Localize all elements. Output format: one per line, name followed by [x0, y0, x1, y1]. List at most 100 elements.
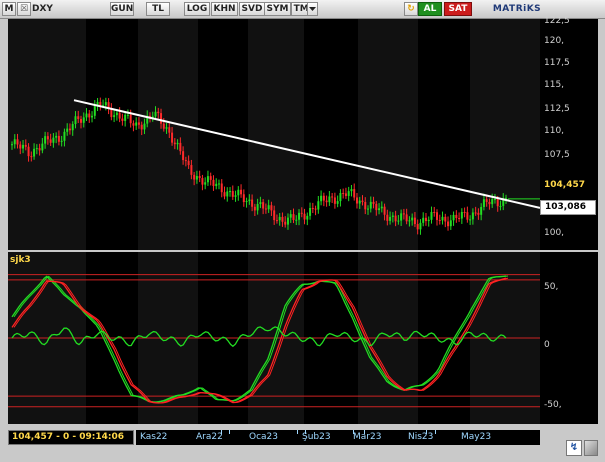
tb-button-tl[interactable]: TL	[146, 2, 170, 16]
candle-body	[460, 212, 463, 219]
candle-body	[444, 216, 447, 222]
candle-body	[11, 144, 13, 146]
price-readout: 104,457 - 0 - 09:14:06	[8, 430, 134, 445]
tb-button-khn[interactable]: KHN	[211, 2, 238, 16]
candle-body	[411, 217, 414, 221]
candle-body	[132, 123, 135, 126]
candle-body	[74, 116, 77, 125]
candle-body	[303, 213, 306, 220]
candle-body	[505, 197, 507, 199]
candle-body	[367, 208, 370, 210]
time-axis[interactable]: Kas22 Ara22 Oca23 Şub23 Mar23 Nis23 May2…	[136, 430, 540, 445]
candle-body	[195, 176, 198, 180]
candle-body	[262, 202, 265, 209]
chart-toolbar: M ☒ DXY GUN TL LOG KHN SVD SYM TMP ↻ AL …	[0, 0, 605, 19]
x-tick	[305, 430, 306, 434]
candle-body	[57, 135, 60, 142]
y-tick-label: 120,	[544, 36, 565, 46]
buy-button[interactable]: AL	[418, 2, 442, 16]
x-tick	[426, 430, 427, 434]
candle-body	[38, 148, 41, 151]
candle-body	[369, 201, 372, 209]
candle-body	[482, 199, 485, 207]
candle-body	[400, 213, 403, 221]
x-tick	[229, 430, 230, 434]
candle-body	[499, 205, 502, 207]
candle-body	[143, 123, 146, 130]
candle-body	[292, 214, 295, 220]
candle-body	[449, 220, 452, 227]
tb-button-gun[interactable]: GUN	[110, 2, 134, 16]
candle-body	[355, 197, 358, 204]
candle-body	[333, 197, 336, 204]
candle-body	[378, 208, 381, 211]
crosshair-price-box: 103,086	[540, 200, 596, 215]
candle-body	[240, 189, 243, 195]
candle-body	[162, 123, 165, 129]
candle-body	[320, 195, 323, 202]
candle-body	[350, 189, 353, 192]
candle-body	[63, 131, 66, 141]
candle-body	[342, 193, 345, 195]
candle-body	[466, 212, 469, 220]
resize-grip-icon[interactable]	[584, 440, 598, 456]
candle-body	[488, 201, 491, 205]
candle-body	[295, 219, 298, 221]
candle-body	[289, 214, 292, 218]
candle-body	[386, 214, 389, 221]
menu-button[interactable]: M	[2, 2, 16, 16]
indicator-panel[interactable]	[8, 252, 540, 424]
candle-body	[99, 101, 102, 106]
candle-body	[452, 214, 455, 221]
candle-body	[402, 213, 405, 215]
tb-button-svd[interactable]: SVD	[239, 2, 265, 16]
brand-logo: MATRiKS	[492, 4, 542, 14]
candle-body	[41, 143, 44, 151]
candle-body	[493, 198, 496, 200]
close-icon[interactable]: ☒	[17, 2, 31, 16]
candle-body	[135, 122, 138, 126]
sell-button[interactable]: SAT	[444, 2, 472, 16]
candle-body	[68, 128, 71, 131]
candle-body	[331, 196, 334, 198]
candle-body	[173, 142, 176, 145]
candle-body	[215, 183, 218, 187]
candle-body	[217, 183, 220, 185]
candle-body	[427, 219, 430, 222]
indicator-axis[interactable]: 50, 0 -50,	[540, 252, 598, 424]
candle-body	[176, 142, 179, 145]
candle-body	[391, 215, 394, 217]
candle-body	[267, 205, 270, 210]
chevron-down-icon[interactable]	[307, 2, 318, 16]
candle-body	[336, 201, 339, 204]
candle-body	[60, 140, 63, 142]
tb-button-sym[interactable]: SYM	[264, 2, 291, 16]
x-tick-label: Ara22	[196, 432, 223, 442]
price-chart[interactable]	[8, 19, 540, 250]
candle-body	[438, 219, 441, 221]
candle-body	[187, 160, 190, 166]
candle-body	[422, 217, 425, 223]
indicator-svg	[8, 252, 540, 424]
candle-body	[248, 199, 251, 201]
x-tick-label: Kas22	[140, 432, 168, 442]
candle-body	[179, 142, 182, 152]
indicator-label: 0	[544, 340, 550, 350]
candle-body	[455, 214, 458, 219]
candle-body	[126, 114, 129, 116]
candle-body	[129, 114, 132, 124]
tb-button-log[interactable]: LOG	[184, 2, 210, 16]
candle-body	[275, 220, 278, 222]
candle-body	[30, 156, 33, 158]
price-axis[interactable]: 122,5 120, 117,5 115, 112,5 110, 107,5 1…	[540, 16, 598, 250]
help-icon[interactable]: ↯	[566, 440, 582, 456]
candle-body	[300, 212, 303, 214]
candle-body	[223, 192, 226, 197]
candle-body	[394, 215, 397, 222]
candle-body	[204, 182, 207, 185]
candle-body	[469, 219, 472, 221]
refresh-icon[interactable]: ↻	[404, 2, 418, 16]
candle-body	[115, 112, 118, 116]
x-tick	[221, 430, 222, 434]
candle-body	[253, 206, 256, 211]
